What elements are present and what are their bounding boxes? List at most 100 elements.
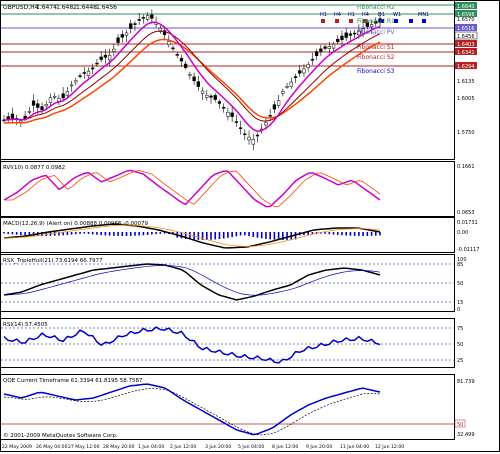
candle-body [57,98,61,102]
candle-body [124,32,129,36]
macd-histogram-bar [341,232,343,236]
svg-text:25: 25 [457,358,463,364]
rvi-label: RVI(10) 0.0877 0.0982 [3,165,65,171]
candle-body [141,17,146,19]
candle-body [36,103,40,108]
candle-body [82,72,86,74]
svg-text:0.00: 0.00 [457,230,468,236]
macd-histogram-bar [134,232,136,236]
candle-body [272,104,277,110]
macd-histogram-bar [7,232,10,234]
candle-body [103,54,108,58]
fib-s3-label: Fibonacci S3 [357,68,395,75]
candle-body [344,32,348,38]
candle-body [314,51,319,56]
macd-histogram-bar [239,232,242,236]
svg-text:0.0653: 0.0653 [457,210,475,216]
candle-body [95,62,99,65]
candle-body [331,43,336,49]
svg-text:1.6456: 1.6456 [457,34,475,40]
fib-r2-label: Fibonacci R2 [357,4,395,11]
candle-body [205,94,209,98]
macd-histogram-bar [20,232,22,236]
svg-text:3 Jun 20:00: 3 Jun 20:00 [205,444,231,450]
macd-histogram-bar [91,232,94,235]
macd-histogram-bar [24,232,26,236]
svg-text:28 May 20:00: 28 May 20:00 [103,444,135,450]
macd-histogram-bar [248,232,250,237]
svg-text:MN1: MN1 [418,12,429,18]
trading-chart[interactable]: GBPUSD,H4 1.6474 1.6482 1.6448 1.6456 H1… [0,0,500,452]
candle-body [69,84,74,87]
macd-histogram-bar [231,232,233,238]
svg-text:1.6341: 1.6341 [457,50,475,56]
candle-body [268,115,272,117]
macd-histogram-bar [142,232,145,236]
candle-body [91,67,95,70]
rsx-label: RSX_TripleHull(21) 73.6194 66.7977 [3,258,103,264]
macd-histogram-bar [222,232,225,239]
candle-body [336,38,340,43]
candle-body [184,63,188,68]
candle-body [31,100,36,106]
macd-histogram-bar [345,232,348,236]
price-panel[interactable]: GBPUSD,H4 1.6474 1.6482 1.6448 1.6456 H1… [0,0,455,160]
candle-body [112,48,116,52]
candle-body [44,104,48,107]
macd-histogram-bar [218,232,221,239]
fib-s1-label: Fibonacci S1 [357,44,395,51]
svg-text:26 May 04:00: 26 May 04:00 [36,444,68,450]
macd-histogram-bar [332,232,335,235]
candle-body [302,68,306,74]
svg-text:1 Jun 04:00: 1 Jun 04:00 [138,444,164,450]
svg-text:1.6005: 1.6005 [457,96,475,102]
qqe-panel[interactable]: QQE Current Timeframe 61.3394 61.8195 58… [0,374,475,440]
qqe-label: QQE Current Timeframe 61.3394 61.8195 58… [3,378,143,384]
fib-r1-label: Fibonacci R1 [357,18,395,25]
macd-histogram-bar [235,232,238,237]
macd-panel[interactable]: MACD(12,26,9) (Alert on) 0.00888 0.00966… [0,217,480,254]
macd-histogram-bar [370,232,373,236]
candle-body [306,64,310,69]
candle-body [276,100,281,106]
ohlc-close: 1.6456 [96,4,117,11]
svg-text:1.6294: 1.6294 [457,64,475,70]
rvi-panel[interactable]: RVI(10) 0.0877 0.0982 0.1661 0.0653 [0,161,475,217]
svg-text:22 May 2009: 22 May 2009 [2,444,32,450]
candle-body [222,107,226,109]
macd-histogram-bar [125,232,128,236]
candle-body [171,47,175,50]
candle-body [226,111,230,117]
svg-text:9 Jun 20:00: 9 Jun 20:00 [306,444,332,450]
macd-histogram-bar [214,232,217,240]
svg-text:5 Jun 04:00: 5 Jun 04:00 [238,444,264,450]
candle-body [133,23,137,25]
macd-histogram-bar [286,232,288,240]
macd-histogram-bar [117,232,119,236]
candle-body [86,70,91,76]
ohlc-high: 1.6482 [56,4,77,11]
svg-text:50: 50 [457,342,463,348]
candle-body [310,59,315,61]
macd-histogram-bar [83,232,86,234]
rsx-panel[interactable]: RSX_TripleHull(21) 73.6194 66.7977 100 8… [0,254,467,314]
svg-text:2 Jun 12:00: 2 Jun 12:00 [170,444,196,450]
rsi-panel[interactable]: RSI(14) 57.4505 75 50 25 [0,318,464,368]
macd-histogram-bar [108,232,111,236]
svg-text:1.6135: 1.6135 [457,79,475,85]
candle-body [167,41,171,45]
macd-histogram-bar [87,232,90,234]
rsi-label: RSI(14) 57.4505 [3,322,48,328]
macd-histogram-bar [197,232,200,240]
candle-body [188,73,192,76]
macd-histogram-bar [70,232,73,235]
svg-text:0.01731: 0.01731 [457,220,478,226]
candle-body [61,93,65,99]
macd-histogram-bar [15,232,18,235]
svg-text:32.499: 32.499 [457,432,475,438]
macd-histogram-bar [210,232,212,240]
candle-body [217,101,222,104]
candle-body [129,23,133,29]
svg-text:H1: H1 [320,12,327,18]
svg-text:-0.01117: -0.01117 [457,247,479,253]
